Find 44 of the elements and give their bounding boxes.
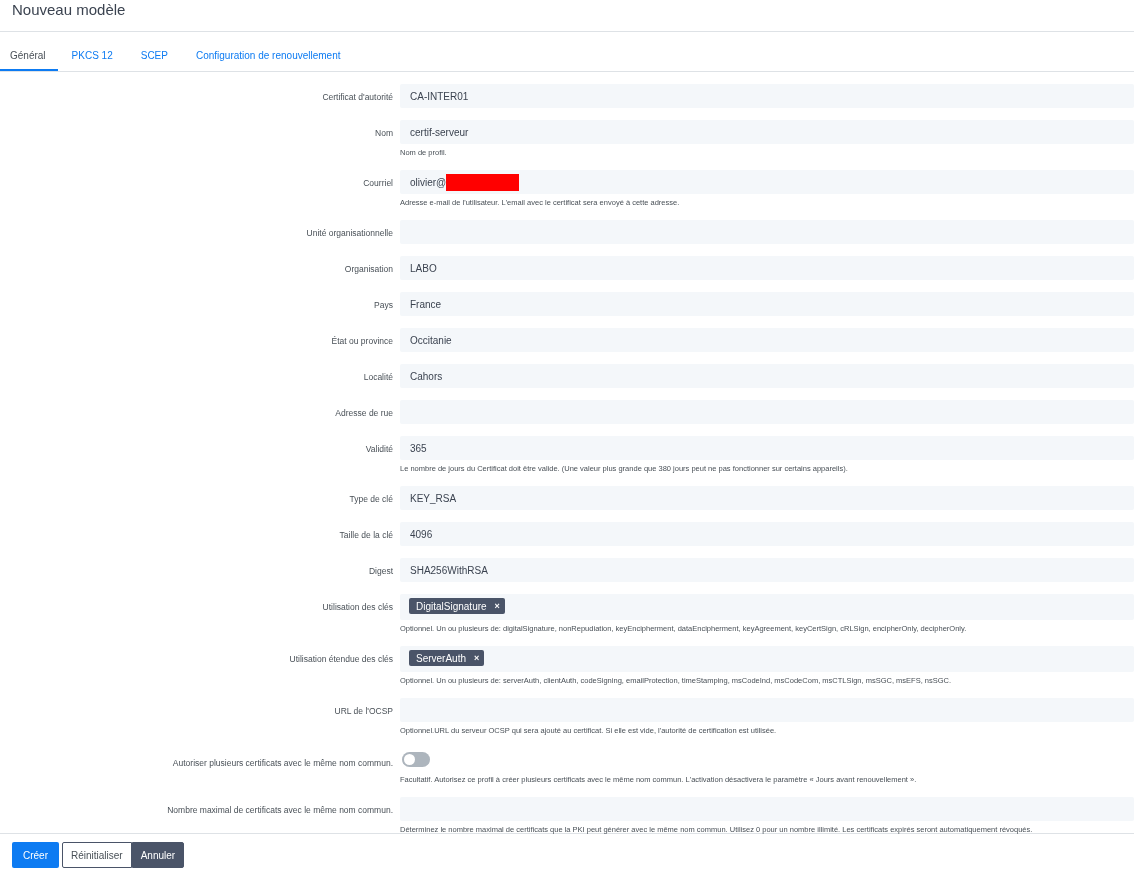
input-field[interactable]: CA-INTER01 [400, 84, 1134, 108]
page-title: Nouveau modèle [12, 1, 126, 18]
field-label: État ou province [330, 335, 394, 348]
form-button[interactable]: Annuler [131, 842, 185, 868]
input-field[interactable]: Cahors [400, 364, 1134, 388]
input-field[interactable]: KEY_RSA [400, 486, 1134, 510]
field-label: Nombre maximal de certificats avec le même nom commun. [166, 804, 394, 817]
field-label: Utilisation étendue des clés [288, 653, 394, 666]
tag-input-field[interactable]: ServerAuth × [400, 646, 1134, 672]
input-field[interactable]: SHA256WithRSA [400, 558, 1134, 582]
field-label: Taille de la clé [338, 529, 394, 542]
tag-input-field[interactable]: DigitalSignature × [400, 594, 1134, 620]
remove-tag-button[interactable]: × [494, 601, 500, 611]
field-label: URL de l'OCSP [333, 705, 394, 718]
field-label: Validité [364, 443, 394, 456]
create-button[interactable]: Créer [12, 842, 59, 868]
tag-chip[interactable]: ServerAuth × [409, 650, 485, 666]
input-field[interactable]: 365 [400, 436, 1134, 460]
toggle-switch[interactable] [402, 752, 430, 767]
tab[interactable]: SCEP [126, 41, 182, 71]
tab[interactable]: Configuration de renouvellement [181, 41, 355, 71]
field-label: Unité organisationnelle [305, 227, 394, 240]
input-field[interactable]: LABO [400, 256, 1134, 280]
field-label: Nom [374, 127, 394, 140]
field-label: Localité [362, 371, 394, 384]
field-label: Adresse de rue [334, 407, 394, 420]
input-field[interactable]: olivier@ [400, 170, 1134, 194]
tag-chip[interactable]: DigitalSignature × [409, 598, 505, 614]
tab[interactable]: PKCS 12 [57, 41, 127, 71]
tab[interactable]: Général [0, 41, 58, 71]
input-field[interactable]: certif-serveur [400, 120, 1134, 144]
field-label: Courriel [362, 177, 394, 190]
field-label: Autoriser plusieurs certificats avec le même nom commun. [171, 757, 394, 770]
field-label: Utilisation des clés [321, 601, 394, 614]
field-label: Organisation [343, 263, 394, 276]
field-label: Digest [367, 565, 394, 578]
field-label: Type de clé [348, 493, 394, 506]
input-field[interactable]: 4096 [400, 522, 1134, 546]
input-field[interactable]: Occitanie [400, 328, 1134, 352]
input-field[interactable]: France [400, 292, 1134, 316]
field-label: Certificat d'autorité [321, 91, 394, 104]
form-button[interactable]: Réinitialiser [62, 842, 132, 868]
field-label: Pays [373, 299, 394, 312]
remove-tag-button[interactable]: × [474, 653, 480, 663]
